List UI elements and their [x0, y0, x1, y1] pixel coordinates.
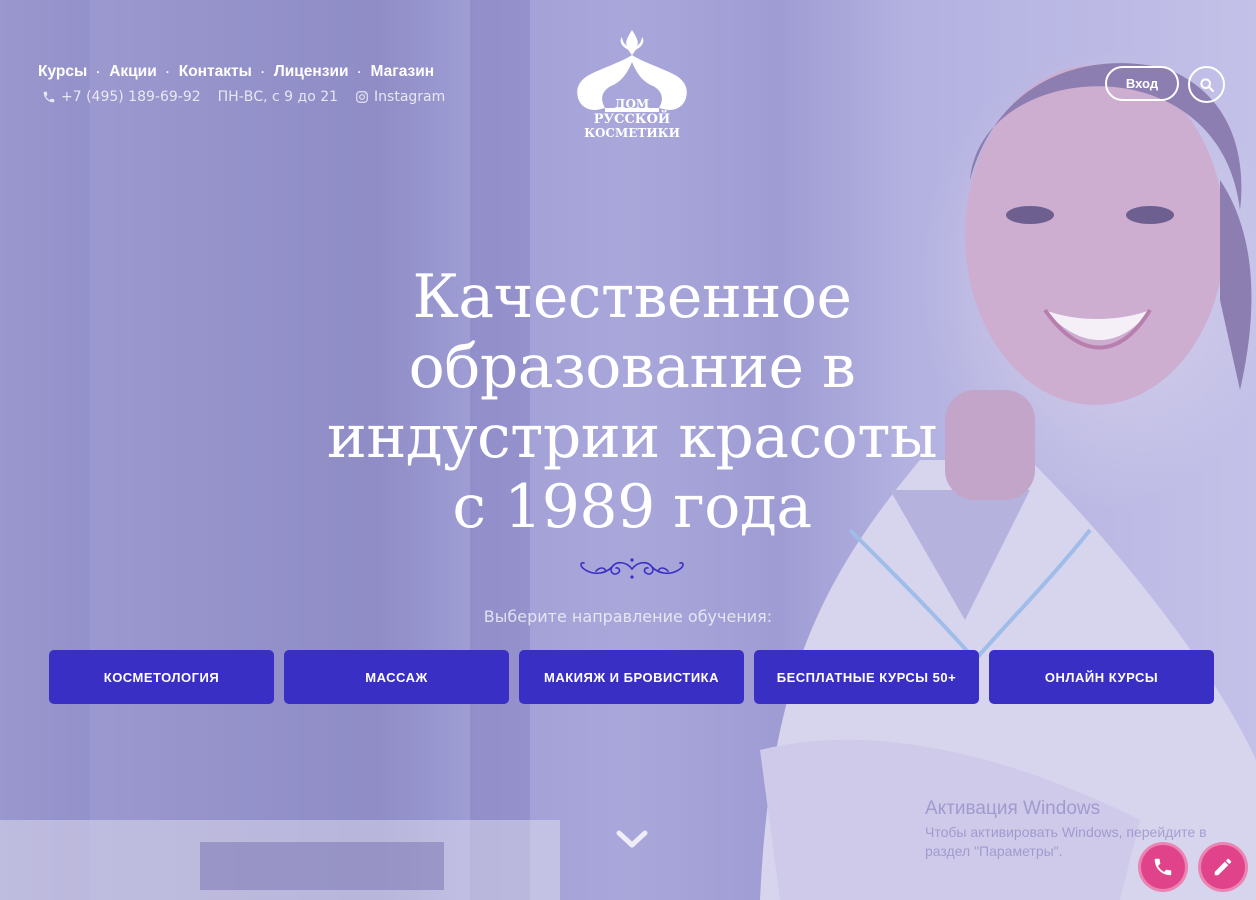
- main-nav: Курсы · Акции · Контакты · Лицензии · Ма…: [38, 63, 434, 81]
- search-icon: [1199, 77, 1214, 92]
- logo-line-3: КОСМЕТИКИ: [584, 126, 680, 140]
- nav-item-licenses[interactable]: Лицензии: [274, 63, 349, 81]
- headline-line: образование в: [408, 332, 856, 402]
- logo-line-1: ДОМ: [615, 97, 649, 111]
- nav-item-shop[interactable]: Магазин: [371, 63, 435, 81]
- search-button[interactable]: [1188, 66, 1225, 103]
- instagram-icon: [355, 90, 369, 104]
- choose-direction-text: Выберите направление обучения:: [483, 607, 773, 626]
- watermark-title: Активация Windows: [925, 798, 1101, 819]
- direction-buttons: КОСМЕТОЛОГИЯ МАССАЖ МАКИЯЖ И БРОВИСТИКА …: [49, 650, 1214, 704]
- headline-line: Качественное: [412, 262, 852, 332]
- background-wall-stripe: [0, 0, 90, 900]
- write-message-button[interactable]: [1198, 842, 1248, 892]
- pencil-icon: [1214, 858, 1232, 876]
- direction-button-online[interactable]: ОНЛАЙН КУРСЫ: [989, 650, 1214, 704]
- login-button[interactable]: Вход: [1105, 66, 1179, 101]
- phone-link[interactable]: +7 (495) 189-69-92: [61, 89, 201, 105]
- nav-separator: ·: [96, 65, 101, 79]
- direction-button-cosmetology[interactable]: КОСМЕТОЛОГИЯ: [49, 650, 274, 704]
- headline-line: индустрии красоты: [326, 402, 938, 472]
- background-book: [200, 842, 444, 890]
- contact-row: +7 (495) 189-69-92 ПН-ВС, с 9 до 21 Inst…: [42, 89, 445, 105]
- nav-item-courses[interactable]: Курсы: [38, 63, 87, 81]
- instagram-link[interactable]: Instagram: [374, 89, 445, 105]
- site-logo[interactable]: ДОМ РУССКОЙ КОСМЕТИКИ: [575, 28, 689, 144]
- nav-separator: ·: [260, 65, 265, 79]
- working-hours: ПН-ВС, с 9 до 21: [217, 89, 339, 105]
- nav-item-contacts[interactable]: Контакты: [179, 63, 252, 81]
- direction-button-makeup[interactable]: МАКИЯЖ И БРОВИСТИКА: [519, 650, 744, 704]
- watermark-text: Чтобы активировать Windows, перейдите в …: [925, 824, 1207, 859]
- phone-icon: [1154, 858, 1172, 876]
- nav-separator: ·: [357, 65, 362, 79]
- nav-separator: ·: [165, 65, 170, 79]
- chevron-down-icon[interactable]: [615, 828, 649, 850]
- phone-icon: [42, 90, 56, 104]
- headline-line: с 1989 года: [452, 472, 812, 542]
- direction-button-massage[interactable]: МАССАЖ: [284, 650, 509, 704]
- ornament-divider: [580, 558, 684, 579]
- windows-activation-watermark: Активация Windows Чтобы активировать Win…: [925, 798, 1235, 861]
- logo-line-2: РУССКОЙ: [594, 110, 670, 127]
- callback-button[interactable]: [1138, 842, 1188, 892]
- hero-headline: Качественное образование в индустрии кра…: [278, 262, 986, 542]
- nav-item-promotions[interactable]: Акции: [109, 63, 157, 81]
- direction-button-free-courses[interactable]: БЕСПЛАТНЫЕ КУРСЫ 50+: [754, 650, 979, 704]
